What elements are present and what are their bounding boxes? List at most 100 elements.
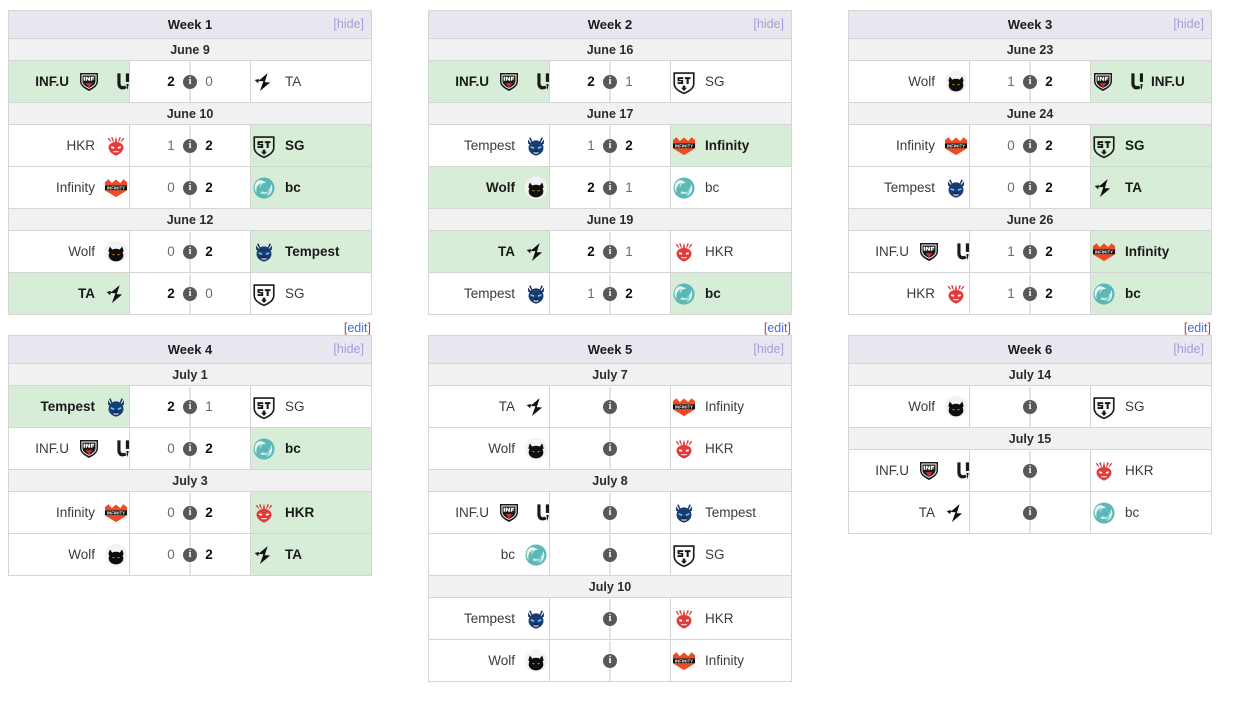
match-left-team[interactable]: bc [428,533,550,576]
match-left-team[interactable]: Wolf [8,533,130,576]
match-row[interactable]: INF.U i HKR [848,449,1212,492]
hide-link[interactable]: [hide] [753,336,784,362]
match-right-team[interactable]: bc [1090,491,1212,534]
match-row[interactable]: INF.U 0i2 bc [8,427,372,470]
match-right-team[interactable]: SG [250,272,372,315]
match-info-icon[interactable]: i [1023,399,1037,414]
match-info-icon[interactable]: i [183,244,197,259]
match-left-team[interactable]: HKR [848,272,970,315]
match-right-team[interactable]: HKR [670,230,792,273]
match-right-team[interactable]: INFINITY Infinity [670,639,792,682]
match-left-team[interactable]: Infinity INFINITY [848,124,970,167]
match-row[interactable]: Tempest 1i2 bc [428,272,792,315]
match-row[interactable]: INF.U 2i1 SG [428,60,792,103]
match-right-team[interactable]: SG [250,385,372,428]
hide-link[interactable]: [hide] [333,11,364,37]
match-info-icon[interactable]: i [603,74,617,89]
match-info-icon[interactable]: i [603,441,617,456]
match-row[interactable]: INF.U i Tempest [428,491,792,534]
match-right-team[interactable]: Tempest [670,491,792,534]
match-right-team[interactable]: HKR [1090,449,1212,492]
match-right-team[interactable]: SG [1090,385,1212,428]
match-info-icon[interactable]: i [603,611,617,626]
match-info-icon[interactable]: i [1023,463,1037,478]
match-row[interactable]: Wolf 2i1 bc [428,166,792,209]
match-info-icon[interactable]: i [183,441,197,456]
match-info-icon[interactable]: i [603,547,617,562]
match-left-team[interactable]: INF.U [8,60,130,103]
match-right-team[interactable]: HKR [670,597,792,640]
match-left-team[interactable]: Tempest [848,166,970,209]
match-left-team[interactable]: TA [428,230,550,273]
hide-link[interactable]: [hide] [1173,11,1204,37]
match-row[interactable]: Wolf i HKR [428,427,792,470]
match-left-team[interactable]: INF.U [428,491,550,534]
match-row[interactable]: TA 2i1 HKR [428,230,792,273]
match-right-team[interactable]: bc [670,166,792,209]
match-left-team[interactable]: Tempest [428,272,550,315]
hide-link[interactable]: [hide] [333,336,364,362]
match-row[interactable]: TA i INFINITY Infinity [428,385,792,428]
match-left-team[interactable]: HKR [8,124,130,167]
match-right-team[interactable]: INFINITY Infinity [670,124,792,167]
edit-link[interactable]: [edit] [764,321,791,335]
match-info-icon[interactable]: i [183,286,197,301]
match-right-team[interactable]: bc [250,166,372,209]
match-row[interactable]: Wolf 0i2 Tempest [8,230,372,273]
match-left-team[interactable]: Wolf [8,230,130,273]
match-info-icon[interactable]: i [603,180,617,195]
match-right-team[interactable]: bc [670,272,792,315]
match-info-icon[interactable]: i [603,244,617,259]
match-left-team[interactable]: INF.U [848,449,970,492]
match-left-team[interactable]: Wolf [428,639,550,682]
match-left-team[interactable]: Tempest [8,385,130,428]
match-info-icon[interactable]: i [1023,138,1037,153]
match-info-icon[interactable]: i [183,74,197,89]
edit-link[interactable]: [edit] [344,321,371,335]
match-left-team[interactable]: Wolf [428,427,550,470]
match-left-team[interactable]: TA [848,491,970,534]
match-left-team[interactable]: Tempest [428,124,550,167]
match-left-team[interactable]: TA [8,272,130,315]
match-info-icon[interactable]: i [183,547,197,562]
match-right-team[interactable]: SG [250,124,372,167]
match-row[interactable]: Wolf i INFINITY Infinity [428,639,792,682]
match-info-icon[interactable]: i [603,653,617,668]
match-right-team[interactable]: bc [1090,272,1212,315]
match-right-team[interactable]: SG [1090,124,1212,167]
match-left-team[interactable]: Infinity INFINITY [8,166,130,209]
match-right-team[interactable]: INFINITY Infinity [670,385,792,428]
match-info-icon[interactable]: i [1023,505,1037,520]
match-row[interactable]: HKR 1i2 bc [848,272,1212,315]
match-info-icon[interactable]: i [183,180,197,195]
match-info-icon[interactable]: i [1023,74,1037,89]
match-right-team[interactable]: bc [250,427,372,470]
match-left-team[interactable]: Wolf [848,385,970,428]
match-info-icon[interactable]: i [1023,244,1037,259]
match-right-team[interactable]: INF.U [1090,60,1212,103]
match-row[interactable]: INF.U 1i2 INFINITY Infinity [848,230,1212,273]
match-info-icon[interactable]: i [183,138,197,153]
match-row[interactable]: Tempest 0i2 TA [848,166,1212,209]
match-info-icon[interactable]: i [183,399,197,414]
match-row[interactable]: Infinity INFINITY 0 i 2 bc [8,166,372,209]
match-row[interactable]: Infinity INFINITY 0 i 2 SG [848,124,1212,167]
match-row[interactable]: Wolf 0i2 TA [8,533,372,576]
match-right-team[interactable]: SG [670,60,792,103]
match-left-team[interactable]: Infinity INFINITY [8,491,130,534]
match-info-icon[interactable]: i [603,286,617,301]
match-left-team[interactable]: Wolf [848,60,970,103]
match-left-team[interactable]: INF.U [848,230,970,273]
match-right-team[interactable]: Tempest [250,230,372,273]
match-right-team[interactable]: HKR [250,491,372,534]
match-row[interactable]: TA 2i0 SG [8,272,372,315]
match-left-team[interactable]: INF.U [8,427,130,470]
match-info-icon[interactable]: i [1023,180,1037,195]
match-row[interactable]: HKR 1i2 SG [8,124,372,167]
match-info-icon[interactable]: i [1023,286,1037,301]
match-row[interactable]: Tempest i HKR [428,597,792,640]
match-row[interactable]: bc i SG [428,533,792,576]
hide-link[interactable]: [hide] [753,11,784,37]
match-right-team[interactable]: TA [250,533,372,576]
match-left-team[interactable]: INF.U [428,60,550,103]
